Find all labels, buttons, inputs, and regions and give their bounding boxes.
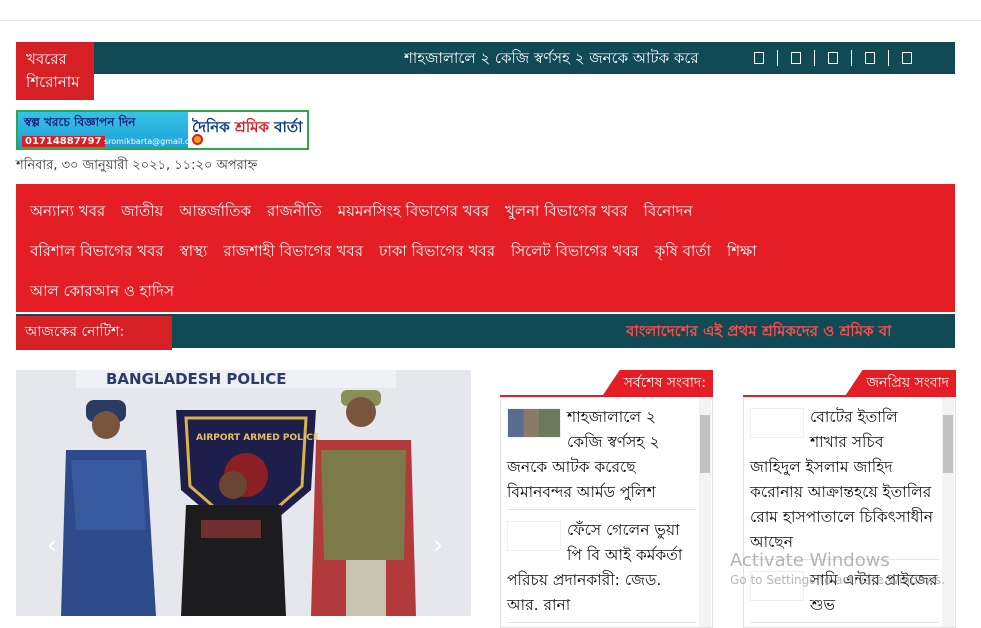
nav-item-quran-hadith[interactable]: আল কোরআন ও হাদিস bbox=[30, 280, 174, 305]
slider-prev-arrow[interactable]: ‹ bbox=[42, 530, 62, 560]
list-item[interactable]: ফেঁসে গেলেন ভুয়া পি বি আই কর্মকর্তা পরি… bbox=[507, 518, 696, 623]
youtube-icon[interactable] bbox=[865, 52, 875, 64]
nav-item-entertainment[interactable]: বিনোদন bbox=[644, 200, 693, 225]
ad-logo-part: শ্রমিক bbox=[234, 118, 269, 136]
nav-item-rajshahi[interactable]: রাজশাহী বিভাগের খবর bbox=[223, 240, 363, 265]
ad-left-panel: স্বল্প খরচে বিজ্ঞাপন দিন 01714887797 sro… bbox=[18, 112, 202, 148]
nav-row: অন্যান্য খবর জাতীয় আন্তর্জাতিক রাজনীতি … bbox=[22, 192, 955, 232]
advertisement-banner[interactable]: স্বল্প খরচে বিজ্ঞাপন দিন 01714887797 sro… bbox=[16, 110, 309, 150]
popular-news-title[interactable]: জনপ্রিয় সংবাদ bbox=[844, 370, 956, 397]
nav-item-health[interactable]: স্বাস্থ্য bbox=[180, 240, 208, 265]
slider-next-arrow[interactable]: › bbox=[428, 530, 448, 560]
slider-badge-text: AIRPORT ARMED POLICE bbox=[196, 433, 319, 443]
notice-ticker[interactable]: বাংলাদেশের এই প্রথম শ্রমিকদের ও শ্রমিক ব… bbox=[176, 314, 955, 348]
news-thumbnail[interactable] bbox=[507, 521, 561, 551]
nav-item-barishal[interactable]: বরিশাল বিভাগের খবর bbox=[30, 240, 164, 265]
latest-news-title[interactable]: সর্বশেষ সংবাদ: bbox=[601, 370, 713, 397]
nav-row: বরিশাল বিভাগের খবর স্বাস্থ্য রাজশাহী বিভ… bbox=[22, 232, 955, 272]
notice-bar: আজকের নোটিশ: বাংলাদেশের এই প্রথম শ্রমিকদ… bbox=[16, 314, 955, 350]
twitter-icon[interactable] bbox=[791, 52, 801, 64]
latest-news-panel: সর্বশেষ সংবাদ: শাহজালালে ২ কেজি স্বর্ণসহ… bbox=[500, 370, 713, 628]
list-item[interactable]: বোটের ইতালি শাখার সচিব জাহিদুল ইসলাম জাহ… bbox=[750, 405, 939, 560]
nav-item-khulna[interactable]: খুলনা বিভাগের খবর bbox=[505, 200, 628, 225]
ad-logo: দৈনিক শ্রমিক বার্তা bbox=[192, 116, 302, 141]
nav-item-dhaka[interactable]: ঢাকা বিভাগের খবর bbox=[379, 240, 495, 265]
notice-ticker-text[interactable]: বাংলাদেশের এই প্রথম শ্রমিকদের ও শ্রমিক ব… bbox=[626, 314, 891, 348]
featured-photo: BANGLADESH POLICE AIRPORT ARMED POLICE bbox=[16, 370, 471, 616]
breaking-news-bar: খবরের শিরোনাম শাহজালালে ২ কেজি স্বর্ণসহ … bbox=[16, 42, 955, 100]
breaking-label: খবরের শিরোনাম bbox=[16, 42, 94, 100]
social-separator bbox=[814, 50, 815, 66]
nav-item-agriculture[interactable]: কৃষি বার্তা bbox=[655, 240, 711, 265]
nav-item-sylhet[interactable]: সিলেট বিভাগের খবর bbox=[511, 240, 639, 265]
ad-headline: স্বল্প খরচে বিজ্ঞাপন দিন bbox=[24, 115, 136, 129]
nav-item-education[interactable]: শিক্ষা bbox=[727, 240, 757, 265]
latest-news-list: শাহজালালে ২ কেজি স্বর্ণসহ ২ জনকে আটক করে… bbox=[500, 397, 713, 628]
facebook-icon[interactable] bbox=[754, 52, 764, 64]
social-separator bbox=[888, 50, 889, 66]
news-thumbnail[interactable] bbox=[750, 408, 804, 438]
popular-scrollbar-thumb[interactable] bbox=[943, 415, 953, 473]
latest-news-header: সর্বশেষ সংবাদ: bbox=[500, 370, 713, 397]
activate-windows-watermark: Activate Windows Go to Settings to activ… bbox=[730, 550, 945, 587]
ad-logo-panel: দৈনিক শ্রমিক বার্তা bbox=[188, 112, 307, 148]
sun-logo-icon bbox=[192, 134, 203, 145]
nav-item-other-news[interactable]: অন্যান্য খবর bbox=[30, 200, 105, 225]
breaking-ticker[interactable]: শাহজালালে ২ কেজি স্বর্ণসহ ২ জনকে আটক করে bbox=[404, 42, 734, 74]
latest-scrollbar-thumb[interactable] bbox=[700, 415, 710, 473]
list-item[interactable]: শাহজালালে ২ কেজি স্বর্ণসহ ২ জনকে আটক করে… bbox=[507, 405, 696, 510]
nav-item-national[interactable]: জাতীয় bbox=[121, 200, 163, 225]
pinterest-icon[interactable] bbox=[902, 52, 912, 64]
top-divider bbox=[0, 20, 981, 21]
ad-logo-part: বার্তা bbox=[268, 118, 303, 136]
slider-banner-text: BANGLADESH POLICE bbox=[106, 370, 287, 388]
watermark-title: Activate Windows bbox=[730, 550, 890, 571]
linkedin-icon[interactable] bbox=[828, 52, 838, 64]
main-navigation: অন্যান্য খবর জাতীয় আন্তর্জাতিক রাজনীতি … bbox=[16, 184, 955, 312]
featured-image-slider[interactable]: BANGLADESH POLICE AIRPORT ARMED POLICE ‹… bbox=[16, 370, 471, 616]
social-separator bbox=[777, 50, 778, 66]
social-icons bbox=[741, 50, 925, 66]
current-date: শনিবার, ৩০ জানুয়ারী ২০২১, ১১:২০ অপরাহ্ন bbox=[16, 158, 258, 173]
nav-item-international[interactable]: আন্তর্জাতিক bbox=[179, 200, 251, 225]
nav-item-politics[interactable]: রাজনীতি bbox=[267, 200, 322, 225]
popular-news-panel: জনপ্রিয় সংবাদ বোটের ইতালি শাখার সচিব জা… bbox=[743, 370, 956, 628]
watermark-subtitle: Go to Settings to activate Windows. bbox=[730, 573, 945, 587]
popular-news-list: বোটের ইতালি শাখার সচিব জাহিদুল ইসলাম জাহ… bbox=[743, 397, 956, 628]
popular-news-header: জনপ্রিয় সংবাদ bbox=[743, 370, 956, 397]
ad-phone: 01714887797 bbox=[22, 136, 105, 147]
news-thumbnail[interactable] bbox=[507, 408, 561, 438]
social-separator bbox=[851, 50, 852, 66]
nav-item-mymensingh[interactable]: ময়মনসিংহ বিভাগের খবর bbox=[338, 200, 489, 225]
nav-row: আল কোরআন ও হাদিস bbox=[22, 272, 955, 312]
notice-label: আজকের নোটিশ: bbox=[16, 316, 172, 350]
